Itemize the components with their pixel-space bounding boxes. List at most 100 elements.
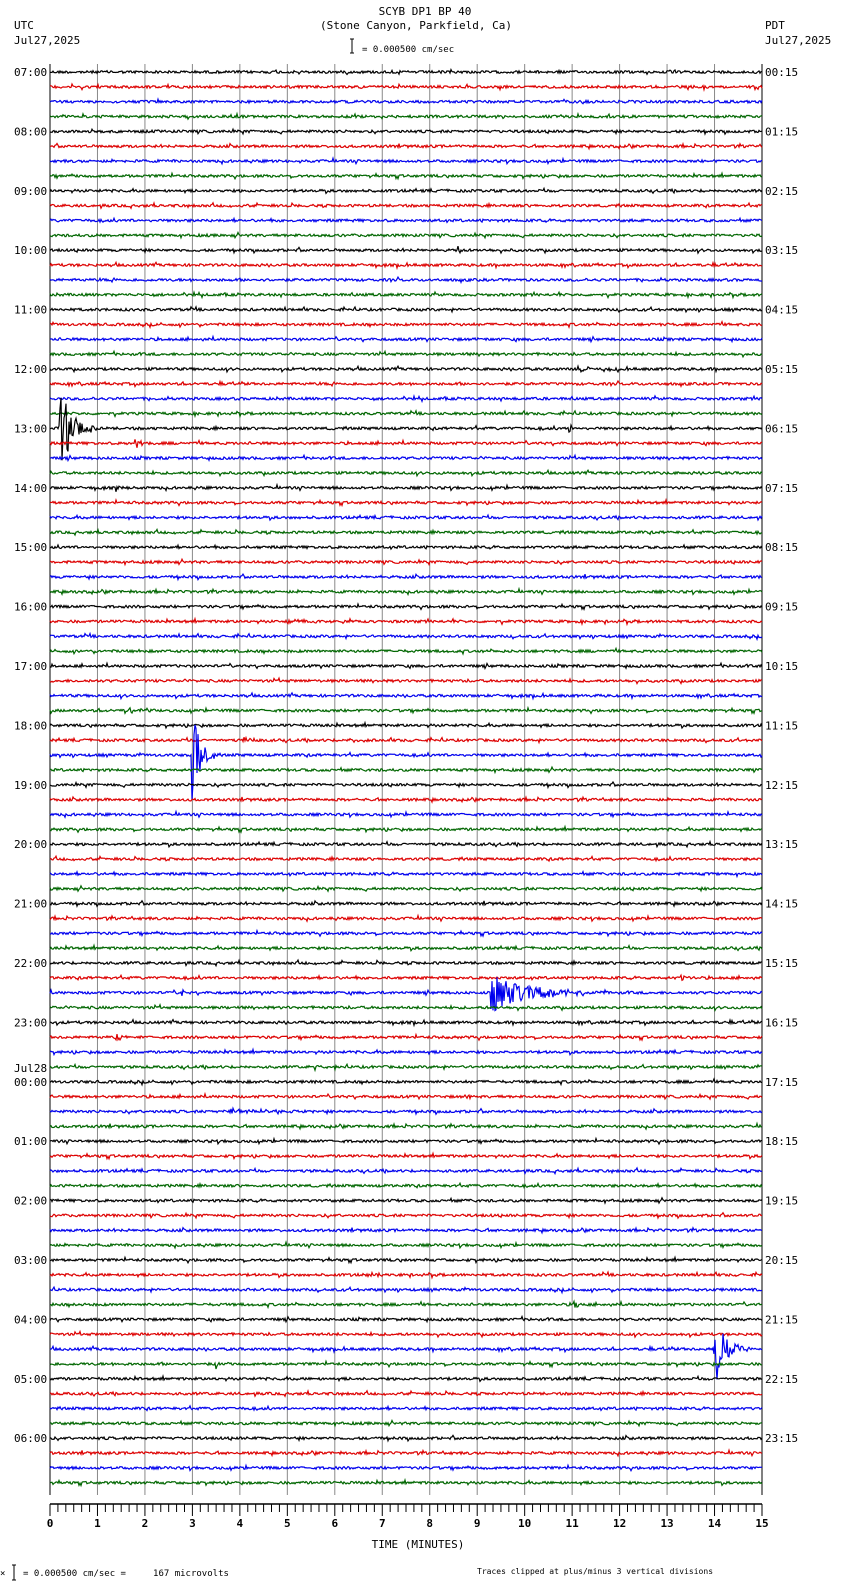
seismic-trace xyxy=(49,111,763,121)
seismic-trace xyxy=(49,438,762,448)
pdt-hour-label: 12:15 xyxy=(765,779,798,792)
clip-note: Traces clipped at plus/minus 3 vertical … xyxy=(477,1567,713,1576)
chart-subtitle: (Stone Canyon, Parkfield, Ca) xyxy=(320,19,512,32)
seismic-trace xyxy=(49,201,763,210)
seismic-trace xyxy=(49,958,763,968)
seismic-trace xyxy=(49,616,763,627)
seismic-trace xyxy=(49,913,763,923)
seismic-trace xyxy=(49,1077,763,1087)
seismic-trace xyxy=(49,1106,763,1116)
seismic-trace xyxy=(49,943,763,952)
utc-hour-label: 07:00 xyxy=(14,66,47,79)
seismic-trace xyxy=(49,1477,763,1488)
seismic-trace xyxy=(49,1448,763,1458)
seismic-trace xyxy=(49,977,763,1012)
seismic-trace xyxy=(49,397,763,461)
footer-scale: = 0.000500 cm/sec = 167 microvolts xyxy=(23,1569,229,1579)
seismic-trace xyxy=(49,305,763,314)
seismic-trace xyxy=(49,453,763,463)
seismic-trace xyxy=(49,527,763,537)
pdt-hour-label: 01:15 xyxy=(765,125,798,138)
pdt-hour-label: 09:15 xyxy=(765,601,798,614)
x-tick-label: 5 xyxy=(284,1517,291,1530)
pdt-hour-label: 05:15 xyxy=(765,363,798,376)
seismic-trace xyxy=(49,1047,763,1057)
seismic-trace xyxy=(49,186,763,195)
seismic-trace xyxy=(49,1373,763,1383)
pdt-hour-label: 07:15 xyxy=(765,482,798,495)
seismic-trace xyxy=(49,1404,763,1412)
footer-marker: × xyxy=(0,1569,5,1579)
date-change-label: Jul28 xyxy=(14,1062,47,1075)
seismic-trace xyxy=(49,928,763,938)
footer-scale-bar-icon xyxy=(12,1564,16,1581)
x-axis: 0 1 2 3 4 5 6 7 8 9 10 11 12 13 14 15 xyxy=(47,1503,769,1530)
pdt-hour-label: 20:15 xyxy=(765,1254,798,1267)
seismic-trace xyxy=(49,602,763,612)
seismic-trace xyxy=(49,854,763,863)
seismic-trace xyxy=(49,1062,763,1073)
pdt-hour-label: 10:15 xyxy=(765,660,798,673)
seismic-trace xyxy=(50,661,763,671)
scale-label: = 0.000500 cm/sec xyxy=(362,45,454,55)
utc-hour-label: 11:00 xyxy=(14,304,47,317)
utc-hour-label: 19:00 xyxy=(14,779,47,792)
pdt-hour-label: 19:15 xyxy=(765,1195,798,1208)
seismic-trace xyxy=(49,646,763,656)
pdt-hour-label: 03:15 xyxy=(765,244,798,257)
seismic-trace xyxy=(49,1181,763,1190)
seismic-trace xyxy=(49,1314,763,1324)
seismic-trace xyxy=(49,216,763,224)
x-tick-label: 13 xyxy=(660,1517,673,1530)
seismic-trace xyxy=(49,720,763,730)
seismic-trace xyxy=(49,676,762,686)
seismic-trace xyxy=(49,1333,763,1380)
seismic-trace xyxy=(49,1463,763,1473)
seismic-trace xyxy=(49,1299,763,1310)
utc-hour-label: 14:00 xyxy=(14,482,47,495)
utc-hour-label: 00:00 xyxy=(14,1076,47,1089)
seismic-trace xyxy=(49,691,763,701)
x-tick-label: 8 xyxy=(426,1517,433,1530)
seismic-trace xyxy=(49,899,763,909)
seismic-trace xyxy=(49,1389,763,1398)
seismic-trace xyxy=(49,705,763,716)
seismic-trace xyxy=(49,780,763,790)
pdt-hour-label: 21:15 xyxy=(765,1313,798,1326)
seismic-trace xyxy=(49,290,763,300)
pdt-hour-label: 22:15 xyxy=(765,1373,798,1386)
seismic-trace xyxy=(49,394,763,404)
seismic-trace xyxy=(49,468,763,478)
seismic-trace xyxy=(49,1359,763,1370)
seismic-trace xyxy=(49,1017,763,1028)
x-tick-label: 12 xyxy=(613,1517,626,1530)
seismic-trace xyxy=(49,1136,763,1146)
helicorder-plot: SCYB DP1 BP 40 (Stone Canyon, Parkfield,… xyxy=(0,5,831,1581)
seismic-trace xyxy=(49,1240,763,1250)
utc-hour-label: 22:00 xyxy=(14,957,47,970)
seismic-trace xyxy=(49,1434,763,1443)
grid-lines xyxy=(49,64,763,1495)
utc-hour-label: 15:00 xyxy=(14,541,47,554)
x-tick-label: 7 xyxy=(379,1517,386,1530)
x-tick-label: 4 xyxy=(237,1517,244,1530)
left-date: Jul27,2025 xyxy=(14,34,80,47)
pdt-hour-label: 11:15 xyxy=(765,719,798,732)
seismic-trace xyxy=(49,320,763,330)
seismic-trace xyxy=(49,795,763,804)
pdt-hour-label: 06:15 xyxy=(765,422,798,435)
seismic-trace xyxy=(49,171,763,181)
x-tick-label: 15 xyxy=(755,1517,768,1530)
pdt-hour-label: 02:15 xyxy=(765,185,798,198)
left-timezone: UTC xyxy=(14,19,34,32)
seismic-trace xyxy=(49,245,763,255)
seismic-trace xyxy=(49,1211,762,1220)
seismic-trace xyxy=(49,724,763,800)
seismic-trace xyxy=(49,1329,763,1339)
right-timezone: PDT xyxy=(765,19,785,32)
seismic-trace xyxy=(49,572,763,582)
seismic-trace xyxy=(49,275,763,285)
seismic-trace xyxy=(49,839,763,849)
scale-bar-icon xyxy=(350,38,354,54)
seismic-trace xyxy=(49,1419,763,1428)
